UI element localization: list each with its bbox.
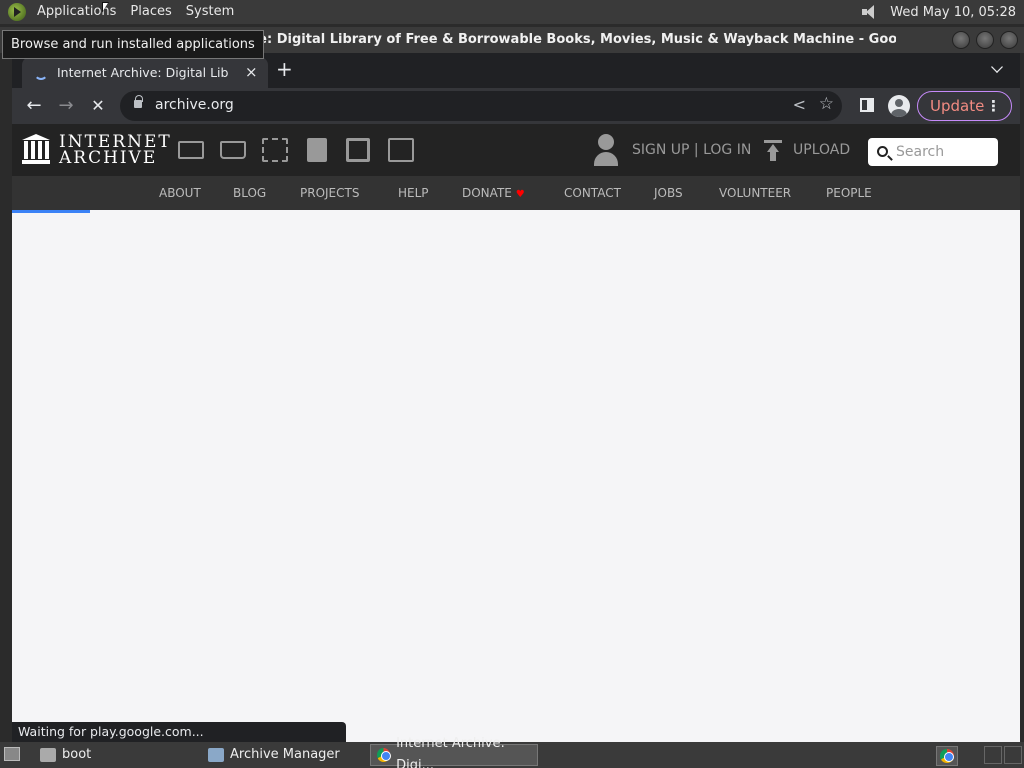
nav-projects[interactable]: PROJECTS xyxy=(300,186,359,200)
folder-icon xyxy=(40,748,56,762)
bottom-panel: boot Archive Manager Internet Archive: D… xyxy=(0,736,1024,768)
nav-people[interactable]: PEOPLE xyxy=(826,186,872,200)
volume-icon[interactable] xyxy=(862,4,880,20)
close-window-button[interactable] xyxy=(1000,31,1018,49)
internet-archive-logo-icon[interactable] xyxy=(22,134,54,166)
tooltip: Browse and run installed applications xyxy=(2,30,264,59)
address-bar[interactable]: archive.org < ☆ xyxy=(120,91,842,121)
audio-icon[interactable] xyxy=(307,138,327,162)
task-chrome[interactable]: Internet Archive: Digi... xyxy=(370,736,538,768)
tab-search-chevron-icon[interactable] xyxy=(991,61,1003,73)
search-icon[interactable] xyxy=(877,146,888,157)
loading-spinner-icon xyxy=(34,66,48,80)
task-boot[interactable]: boot xyxy=(34,744,196,766)
chrome-icon xyxy=(940,749,954,763)
tray-chrome-button[interactable] xyxy=(936,746,958,766)
search-placeholder[interactable]: Search xyxy=(896,144,944,160)
menu-places[interactable]: Places xyxy=(127,0,174,24)
task-label: Archive Manager xyxy=(230,747,340,762)
ia-search-box[interactable]: Search xyxy=(868,138,998,166)
archive-manager-icon xyxy=(208,748,224,762)
user-icon[interactable] xyxy=(594,134,618,168)
bookmark-star-icon[interactable]: ☆ xyxy=(819,94,834,114)
lock-icon[interactable] xyxy=(134,95,143,108)
texts-icon[interactable] xyxy=(220,141,246,159)
stop-loading-button[interactable]: ✕ xyxy=(86,94,110,118)
forward-button[interactable]: → xyxy=(54,94,78,118)
heart-icon: ♥ xyxy=(515,189,525,200)
workspace-2[interactable] xyxy=(1004,746,1022,764)
menu-system[interactable]: System xyxy=(183,0,237,24)
profile-avatar-icon[interactable] xyxy=(888,95,910,117)
software-icon[interactable] xyxy=(346,138,370,162)
images-icon[interactable] xyxy=(388,138,414,162)
url-text[interactable]: archive.org xyxy=(155,97,234,113)
top-panel: Applications Places System Wed May 10, 0… xyxy=(0,0,1024,24)
nav-blog[interactable]: BLOG xyxy=(233,186,266,200)
side-panel-icon[interactable] xyxy=(860,98,874,112)
clock[interactable]: Wed May 10, 05:28 xyxy=(890,5,1016,20)
maximize-button[interactable] xyxy=(976,31,994,49)
share-icon[interactable]: < xyxy=(793,95,806,114)
ia-nav-bar: ABOUT BLOG PROJECTS HELP DONATE ♥ CONTAC… xyxy=(12,176,1020,210)
browser-toolbar: ← → ✕ archive.org < ☆ Update ⋮ xyxy=(12,88,1020,124)
nav-help[interactable]: HELP xyxy=(398,186,429,200)
new-tab-button[interactable]: + xyxy=(276,57,293,81)
show-desktop-icon[interactable] xyxy=(4,747,20,761)
nav-jobs[interactable]: JOBS xyxy=(654,186,683,200)
tab-internet-archive[interactable]: Internet Archive: Digital Library × xyxy=(22,57,268,88)
chrome-icon xyxy=(377,748,392,762)
upload-link[interactable]: UPLOAD xyxy=(793,142,850,158)
tab-close-button[interactable]: × xyxy=(245,63,258,81)
status-bubble: Waiting for play.google.com... xyxy=(12,722,346,742)
ia-wordmark[interactable]: INTERNET ARCHIVE xyxy=(59,134,172,168)
page-load-progress-bar xyxy=(12,210,90,213)
back-button[interactable]: ← xyxy=(22,94,46,118)
panel-tray: Wed May 10, 05:28 xyxy=(862,0,1016,24)
web-icon[interactable] xyxy=(178,141,204,159)
nav-donate[interactable]: DONATE ♥ xyxy=(462,186,525,200)
window-controls xyxy=(952,31,1018,49)
task-label: boot xyxy=(62,747,92,762)
ia-header: INTERNET ARCHIVE SIGN UP | LOG IN UPLOAD… xyxy=(12,124,1020,176)
workspace-1[interactable] xyxy=(984,746,1002,764)
task-label: Internet Archive: Digi... xyxy=(396,736,505,768)
upload-icon[interactable] xyxy=(764,140,782,162)
page-content: INTERNET ARCHIVE SIGN UP | LOG IN UPLOAD… xyxy=(12,124,1020,742)
nav-donate-label: DONATE xyxy=(462,186,512,200)
nav-about[interactable]: ABOUT xyxy=(159,186,201,200)
wordmark-line-2: ARCHIVE xyxy=(59,148,158,168)
nav-contact[interactable]: CONTACT xyxy=(564,186,621,200)
tab-title: Internet Archive: Digital Library xyxy=(57,65,229,80)
applications-menu-icon[interactable] xyxy=(8,3,26,21)
update-label: Update xyxy=(930,97,985,115)
window-title: hive: Digital Library of Free & Borrowab… xyxy=(236,32,896,47)
task-archive-manager[interactable]: Archive Manager xyxy=(202,744,366,766)
video-icon[interactable] xyxy=(262,138,288,162)
nav-volunteer[interactable]: VOLUNTEER xyxy=(719,186,791,200)
mouse-cursor-icon xyxy=(102,2,109,13)
signup-login-link[interactable]: SIGN UP | LOG IN xyxy=(632,142,751,158)
minimize-button[interactable] xyxy=(952,31,970,49)
chrome-menu-icon[interactable]: ⋮ xyxy=(986,92,1001,120)
update-button[interactable]: Update ⋮ xyxy=(917,91,1012,121)
